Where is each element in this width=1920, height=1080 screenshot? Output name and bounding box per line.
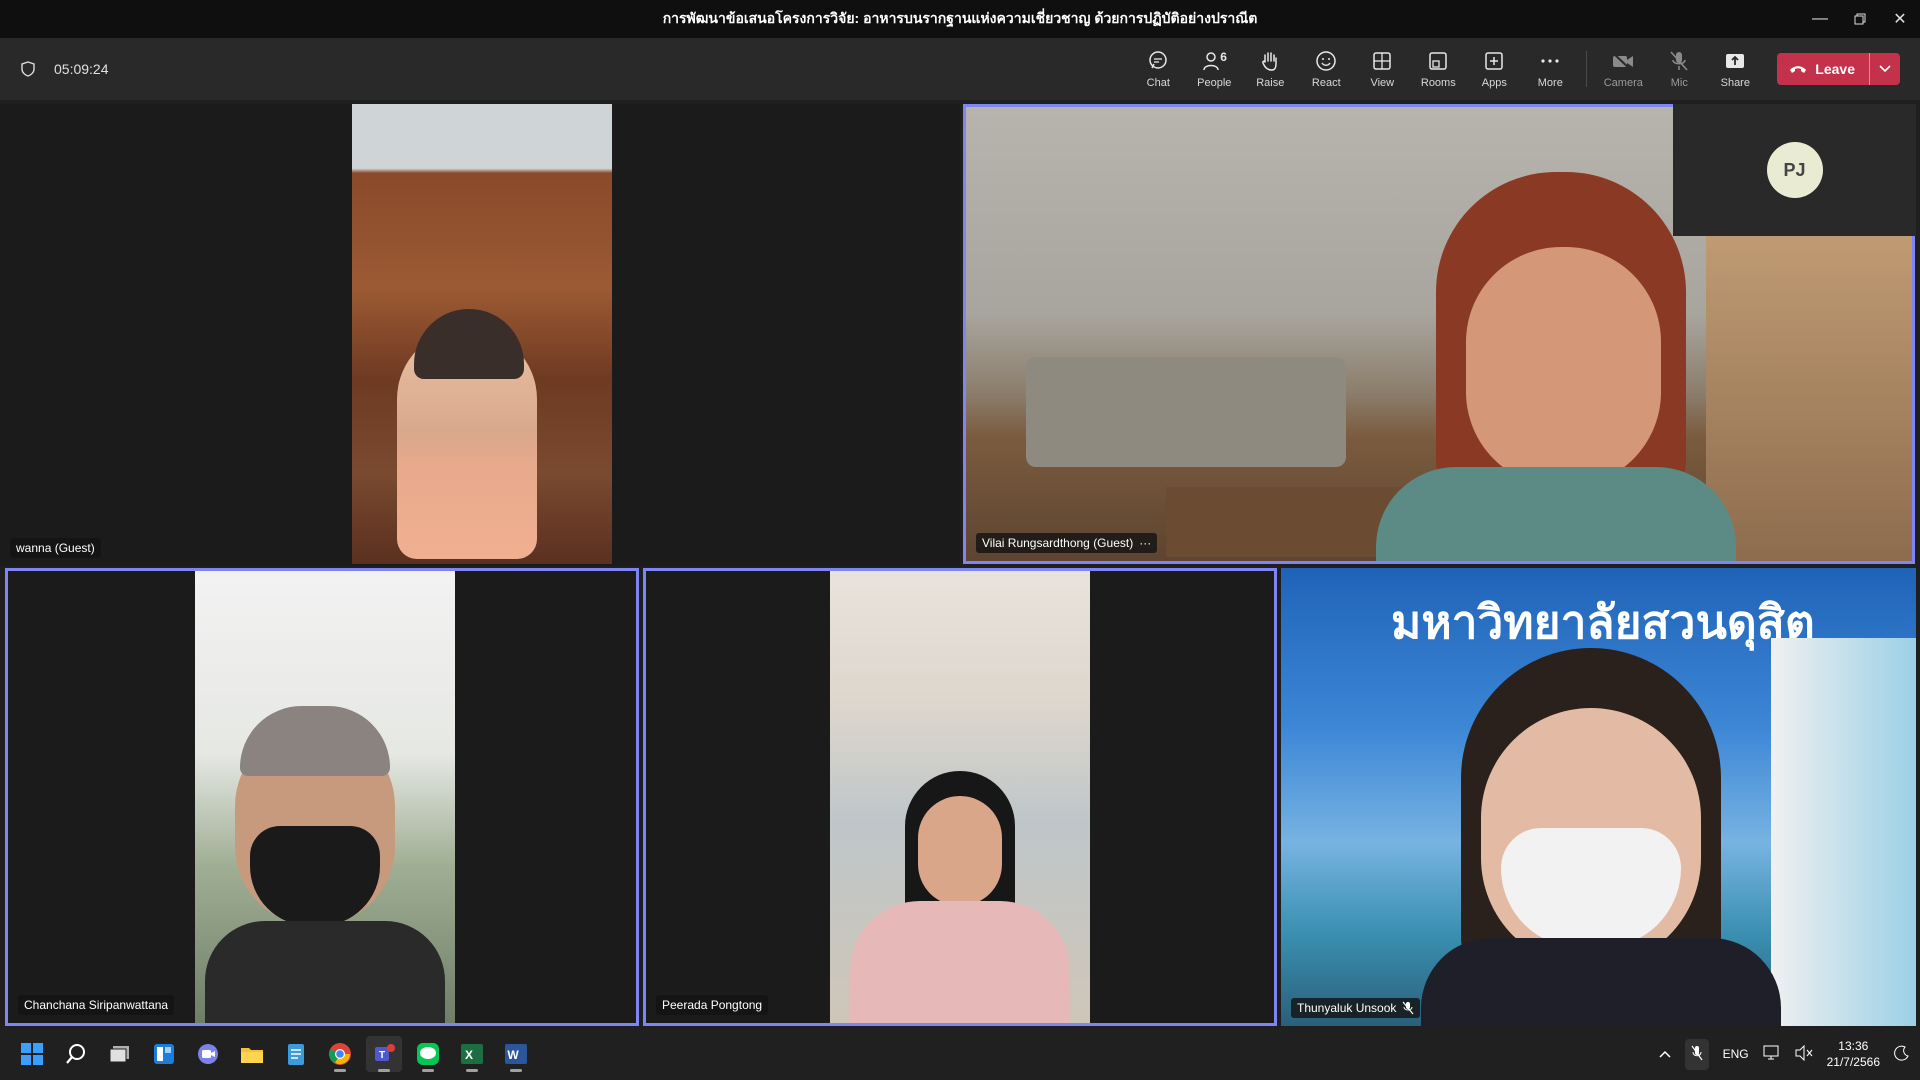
video-feed: มหาวิทยาลัยสวนดุสิต [1281,568,1916,1026]
react-button[interactable]: React [1298,41,1354,97]
window-title: การพัฒนาข้อเสนอโครงการวิจัย: อาหารบนรากฐ… [662,10,1258,26]
chat-button[interactable]: Chat [1130,41,1186,97]
clock-date: 21/7/2566 [1826,1055,1880,1069]
notepad-icon[interactable] [278,1036,314,1072]
chat-icon [1147,49,1169,73]
participant-name: Vilai Rungsardthong (Guest) [982,536,1134,550]
camera-label: Camera [1603,77,1643,89]
close-icon[interactable]: ✕ [1880,0,1920,38]
svg-text:X: X [465,1048,473,1062]
apps-label: Apps [1481,77,1507,89]
window-titlebar: การพัฒนาข้อเสนอโครงการวิจัย: อาหารบนรากฐ… [0,0,1920,38]
leave-button-group: Leave [1777,53,1900,85]
shield-icon [20,60,36,78]
smiley-icon [1315,49,1337,73]
self-view-tile[interactable]: PJ [1673,104,1916,236]
phone-hangup-icon [1790,66,1807,73]
participant-name-tag: Peerada Pongtong [656,995,769,1015]
people-count: 6 [1220,50,1227,64]
share-icon [1724,49,1746,73]
svg-text:W: W [507,1048,519,1062]
search-icon[interactable] [58,1036,94,1072]
hand-icon [1259,49,1281,73]
system-tray: ENG 13:36 21/7/2566 [1659,1028,1910,1080]
raise-hand-button[interactable]: Raise [1242,41,1298,97]
more-label: More [1537,77,1563,89]
view-label: View [1370,77,1395,89]
more-options-icon[interactable]: ··· [1139,536,1151,550]
avatar: PJ [1766,142,1823,198]
rooms-label: Rooms [1420,77,1456,89]
clock-time: 13:36 [1838,1039,1869,1053]
grid-icon [1371,49,1393,73]
chrome-icon[interactable] [322,1036,358,1072]
meeting-timer: 05:09:24 [54,61,109,77]
toolbar-divider [1586,51,1588,87]
display-icon[interactable] [1763,1045,1781,1064]
restore-icon[interactable] [1840,0,1880,38]
raise-label: Raise [1256,77,1285,89]
camera-button[interactable]: Camera [1595,41,1651,97]
leave-label: Leave [1815,61,1855,77]
windows-start-icon[interactable] [14,1036,50,1072]
mic-tray-icon[interactable] [1684,1038,1709,1070]
participant-name: Thunyaluk Unsook [1297,1001,1397,1015]
chat-label: Chat [1146,77,1170,89]
widgets-icon[interactable] [146,1036,182,1072]
camera-off-icon [1611,49,1635,73]
video-feed [830,571,1090,1023]
mic-muted-icon [1402,1001,1414,1015]
video-feed [352,104,612,564]
share-button[interactable]: Share [1707,41,1763,97]
file-explorer-icon[interactable] [234,1036,270,1072]
participant-name-tag: Chanchana Siripanwattana [18,995,175,1015]
participant-name: Chanchana Siripanwattana [24,998,169,1012]
participant-name-tag: Vilai Rungsardthong (Guest) ··· [976,533,1158,553]
participant-name-tag: wanna (Guest) [10,538,101,558]
participant-tile[interactable]: Chanchana Siripanwattana [5,568,639,1026]
react-label: React [1311,77,1341,89]
chevron-up-icon[interactable] [1659,1047,1671,1061]
line-icon[interactable] [410,1036,446,1072]
speaker-muted-icon[interactable] [1795,1044,1813,1064]
participant-tile[interactable]: Peerada Pongtong [643,568,1277,1026]
leave-button[interactable]: Leave [1777,53,1869,85]
minimize-icon[interactable]: — [1800,0,1840,38]
view-button[interactable]: View [1354,41,1410,97]
task-view-icon[interactable] [102,1036,138,1072]
more-button[interactable]: More [1522,41,1578,97]
participant-tile[interactable]: มหาวิทยาลัยสวนดุสิต Thunyaluk Unsook [1281,568,1916,1026]
excel-icon[interactable]: X [454,1036,490,1072]
people-button[interactable]: 6 People [1186,41,1242,97]
people-label: People [1197,77,1232,89]
more-dots-icon [1539,49,1561,73]
windows-taskbar: T X W ENG 13:36 21/7/2566 [0,1028,1920,1080]
language-indicator[interactable]: ENG [1723,1047,1749,1061]
chevron-down-icon [1879,65,1891,73]
video-feed [195,571,455,1023]
participant-tile[interactable]: wanna (Guest) [0,104,960,566]
rooms-icon [1427,49,1449,73]
apps-plus-icon [1483,49,1505,73]
apps-button[interactable]: Apps [1466,41,1522,97]
mic-label: Mic [1670,77,1688,89]
svg-text:T: T [379,1050,385,1061]
share-label: Share [1720,77,1750,89]
mic-off-icon [1668,49,1690,73]
participant-name: wanna (Guest) [16,541,95,555]
participant-name-tag: Thunyaluk Unsook [1291,998,1421,1018]
system-clock[interactable]: 13:36 21/7/2566 [1827,1038,1880,1070]
rooms-button[interactable]: Rooms [1410,41,1466,97]
teams-chat-icon[interactable] [190,1036,226,1072]
teams-icon[interactable]: T [366,1036,402,1072]
mic-button[interactable]: Mic [1651,41,1707,97]
participant-name: Peerada Pongtong [662,998,763,1012]
meeting-toolbar: 05:09:24 Chat 6 People Raise React View … [0,38,1920,100]
word-icon[interactable]: W [498,1036,534,1072]
leave-options-button[interactable] [1869,53,1900,85]
notification-moon-icon[interactable] [1894,1045,1910,1064]
